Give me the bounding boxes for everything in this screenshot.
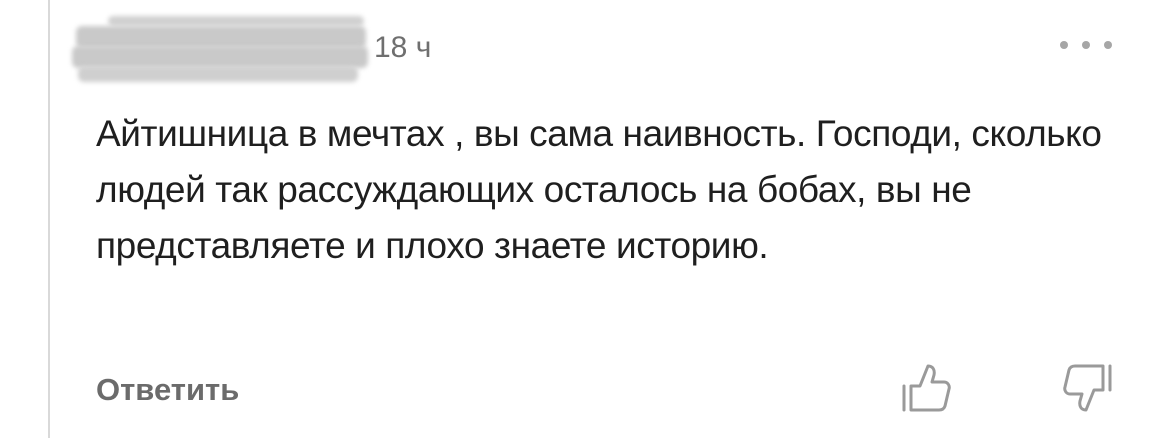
thread-line <box>48 0 50 438</box>
reply-button[interactable]: Ответить <box>96 368 239 412</box>
thumbs-up-icon <box>902 364 951 412</box>
like-button[interactable] <box>900 360 952 416</box>
more-options-button[interactable] <box>1060 34 1112 56</box>
thumbs-down-icon <box>1063 364 1112 412</box>
more-horizontal-icon <box>1060 41 1068 49</box>
dislike-button[interactable] <box>1062 360 1114 416</box>
more-dot <box>1082 41 1090 49</box>
comment-text: Айтишница в мечтах , вы сама наивность. … <box>96 113 1102 266</box>
comment-timestamp: 18 ч <box>374 31 432 64</box>
author-name-blurred <box>72 16 368 84</box>
more-dot <box>1104 41 1112 49</box>
